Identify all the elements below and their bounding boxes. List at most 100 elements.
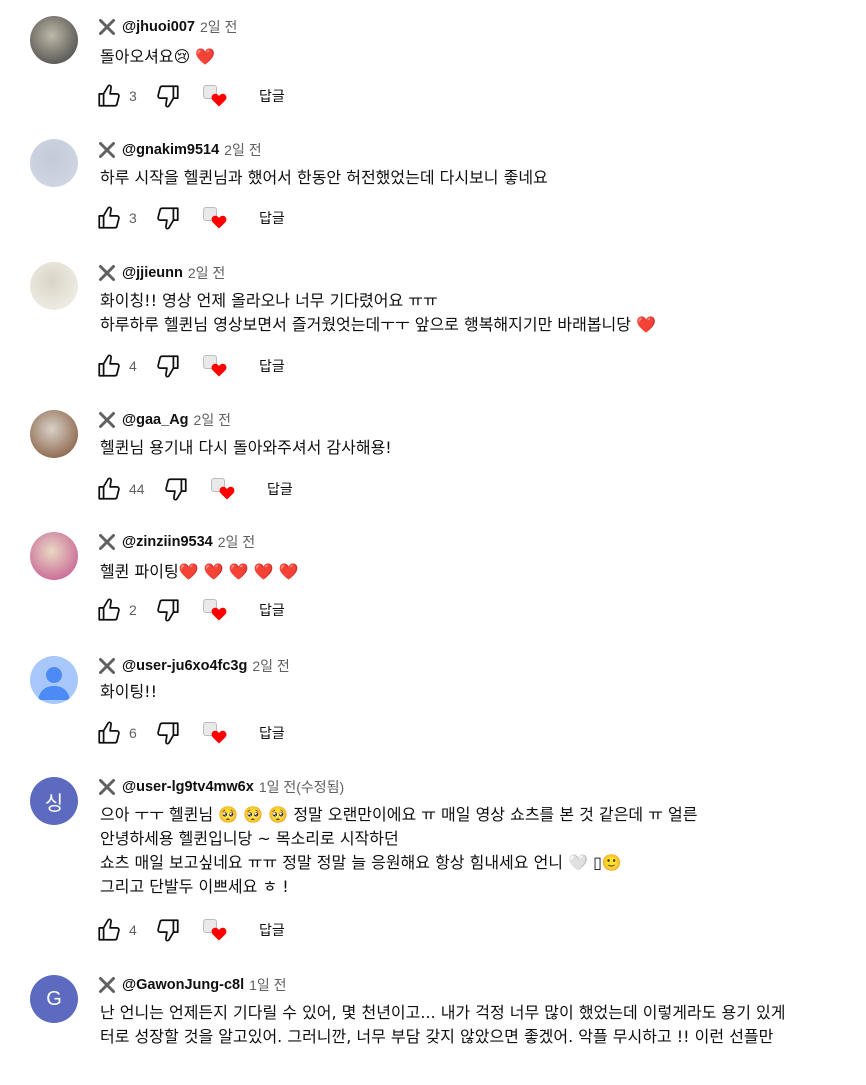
dislike-button[interactable] <box>155 205 181 231</box>
creator-heart-icon <box>203 205 227 231</box>
comment-text-line: 헬퀸 파이팅❤️ ❤️ ❤️ ❤️ ❤️ <box>100 562 299 581</box>
like-count: 6 <box>129 725 137 741</box>
like-button[interactable] <box>96 205 122 231</box>
thumbs-up-icon <box>98 354 120 377</box>
avatar[interactable] <box>30 410 78 458</box>
author-handle[interactable]: @user-lg9tv4mw6x <box>122 779 254 795</box>
comment-actions: 44 답글 <box>96 476 396 502</box>
published-time[interactable]: 1일 전 <box>249 975 286 995</box>
thumbs-up-icon <box>98 477 120 500</box>
thumbs-down-icon <box>157 722 179 745</box>
heart-icon <box>211 92 227 111</box>
x-icon[interactable] <box>98 411 116 429</box>
like-count: 2 <box>129 602 137 618</box>
like-button[interactable] <box>96 476 122 502</box>
creator-heart-icon <box>211 476 235 502</box>
comment-text-line: 으아 ㅜㅜ 헬퀸님 🥺 🥺 🥺 정말 오랜만이에요 ㅠ 매일 영상 쇼츠를 본 … <box>100 805 698 824</box>
published-time[interactable]: 2일 전 <box>252 656 289 676</box>
comment-text-line: 안녕하세용 헬퀸입니당 ~ 목소리로 시작하던 <box>100 829 399 848</box>
like-button[interactable] <box>96 917 122 943</box>
avatar[interactable]: G <box>30 975 78 1023</box>
reply-button[interactable]: 답글 <box>259 720 285 746</box>
avatar[interactable]: 싱 <box>30 777 78 825</box>
comment-text-line: 하루 시작을 헬퀸님과 했어서 한동안 허전했었는데 다시보니 좋네요 <box>100 168 548 187</box>
x-icon[interactable] <box>98 264 116 282</box>
creator-heart-icon <box>203 720 227 746</box>
comment-actions: 3 답글 <box>96 83 396 109</box>
thumbs-down-icon <box>165 478 187 501</box>
author-handle[interactable]: @gnakim9514 <box>122 142 219 158</box>
creator-heart-icon <box>203 597 227 623</box>
thumbs-down-icon <box>157 355 179 378</box>
avatar[interactable] <box>30 262 78 310</box>
creator-heart-icon <box>203 83 227 109</box>
reply-button[interactable]: 답글 <box>259 917 285 943</box>
comment-header: @user-ju6xo4fc3g 2일 전 <box>98 656 290 676</box>
comment-actions: 3 답글 <box>96 205 396 231</box>
avatar[interactable] <box>30 532 78 580</box>
x-icon[interactable] <box>98 18 116 36</box>
comment-header: @jjieunn 2일 전 <box>98 263 225 283</box>
heart-icon <box>219 485 235 504</box>
like-button[interactable] <box>96 83 122 109</box>
reply-button[interactable]: 답글 <box>259 205 285 231</box>
like-button[interactable] <box>96 353 122 379</box>
published-time[interactable]: 2일 전 <box>194 410 231 430</box>
dislike-button[interactable] <box>155 597 181 623</box>
published-time[interactable]: 2일 전 <box>188 263 225 283</box>
comment-header: @gaa_Ag 2일 전 <box>98 410 231 430</box>
default-avatar-icon <box>30 656 78 704</box>
avatar[interactable] <box>30 139 78 187</box>
comment-text-line: 화이팅!! <box>100 682 157 701</box>
comment-actions: 4 답글 <box>96 917 396 943</box>
thumbs-down-icon <box>157 85 179 108</box>
like-button[interactable] <box>96 597 122 623</box>
dislike-button[interactable] <box>155 353 181 379</box>
reply-button[interactable]: 답글 <box>259 353 285 379</box>
published-time[interactable]: 2일 전 <box>200 17 237 37</box>
comment-text-line: 화이칭!! 영상 언제 올라오나 너무 기다렸어요 ㅠㅠ <box>100 291 438 310</box>
x-icon[interactable] <box>98 976 116 994</box>
x-icon[interactable] <box>98 533 116 551</box>
published-time[interactable]: 2일 전 <box>218 532 255 552</box>
author-handle[interactable]: @gaa_Ag <box>122 412 189 428</box>
comment-header: @zinziin9534 2일 전 <box>98 532 255 552</box>
comment-actions: 4 답글 <box>96 353 396 379</box>
like-count: 44 <box>129 481 145 497</box>
creator-heart-icon <box>203 917 227 943</box>
avatar[interactable] <box>30 16 78 64</box>
dislike-button[interactable] <box>155 917 181 943</box>
thumbs-down-icon <box>157 599 179 622</box>
comment-text: 돌아오셔요😢 ❤️ <box>100 45 215 69</box>
author-handle[interactable]: @user-ju6xo4fc3g <box>122 658 247 674</box>
x-icon[interactable] <box>98 141 116 159</box>
thumbs-up-icon <box>98 721 120 744</box>
reply-button[interactable]: 답글 <box>259 83 285 109</box>
dislike-button[interactable] <box>155 720 181 746</box>
comment-text-line: 그리고 단발두 이쁘세요 ㅎ ! <box>100 877 289 896</box>
published-time[interactable]: 1일 전(수정됨) <box>259 777 344 797</box>
heart-icon <box>211 926 227 945</box>
like-button[interactable] <box>96 720 122 746</box>
heart-icon <box>211 606 227 625</box>
avatar[interactable] <box>30 656 78 704</box>
author-handle[interactable]: @jjieunn <box>122 265 183 281</box>
comment-text: 화이팅!! <box>100 680 157 704</box>
x-icon[interactable] <box>98 778 116 796</box>
dislike-button[interactable] <box>163 476 189 502</box>
like-count: 4 <box>129 922 137 938</box>
reply-button[interactable]: 답글 <box>267 476 293 502</box>
comment-header: @GawonJung-c8l 1일 전 <box>98 975 287 995</box>
dislike-button[interactable] <box>155 83 181 109</box>
published-time[interactable]: 2일 전 <box>224 140 261 160</box>
author-handle[interactable]: @zinziin9534 <box>122 534 213 550</box>
heart-icon <box>211 729 227 748</box>
comment-text: 난 언니는 언제든지 기다릴 수 있어, 몇 천년이고... 내가 걱정 너무 … <box>100 1001 785 1049</box>
author-handle[interactable]: @GawonJung-c8l <box>122 977 244 993</box>
x-icon[interactable] <box>98 657 116 675</box>
reply-button[interactable]: 답글 <box>259 597 285 623</box>
like-count: 3 <box>129 88 137 104</box>
thumbs-down-icon <box>157 207 179 230</box>
author-handle[interactable]: @jhuoi007 <box>122 19 195 35</box>
comment-header: @user-lg9tv4mw6x 1일 전(수정됨) <box>98 777 344 797</box>
